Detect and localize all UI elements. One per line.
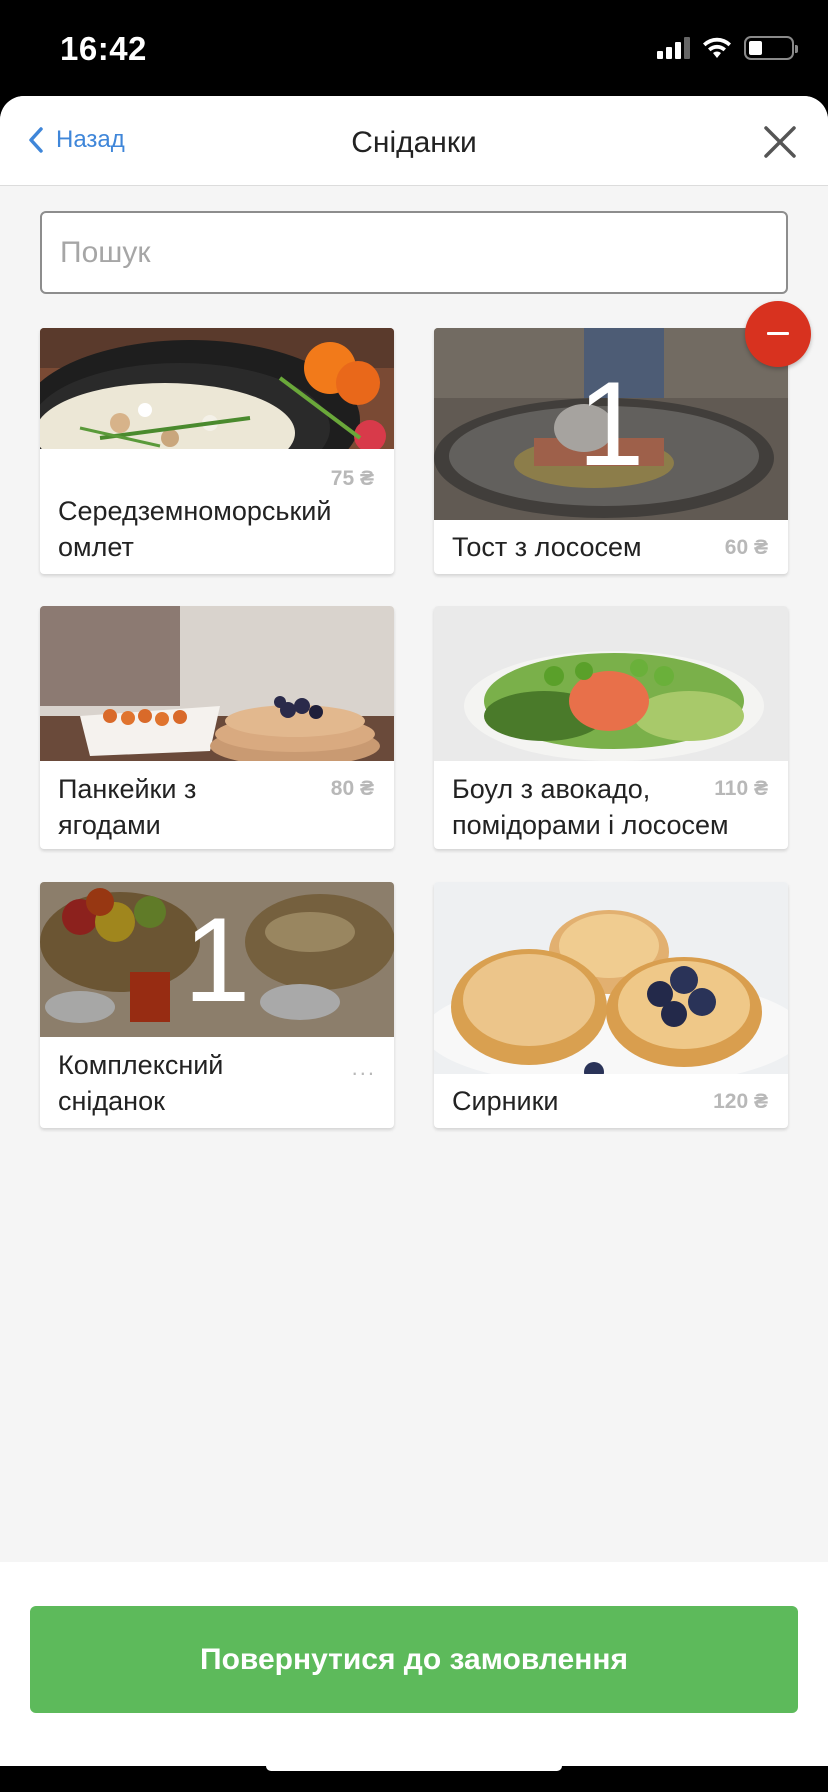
status-bar: 16:42: [0, 0, 828, 96]
menu-item-image: 1: [40, 882, 394, 1037]
item-quantity: 1: [577, 357, 645, 491]
search-field[interactable]: [40, 211, 788, 294]
menu-item-image: [434, 606, 788, 761]
item-price: 110 ₴: [714, 777, 768, 800]
menu-item-card[interactable]: Боул з авокадо, помідорами і лососем 110…: [434, 606, 788, 849]
item-name: Сирники: [452, 1086, 559, 1116]
page-title: Сніданки: [351, 126, 477, 159]
bottom-action-bar: Повернутися до замовлення: [0, 1562, 828, 1766]
menu-item-card[interactable]: 1 Комплексний сніданок ...: [40, 882, 394, 1128]
item-name: Комплексний сніданок: [58, 1050, 224, 1116]
item-quantity: 1: [183, 892, 251, 1027]
remove-item-button[interactable]: [745, 301, 811, 367]
search-input[interactable]: [42, 213, 786, 292]
menu-item-card[interactable]: Панкейки з ягодами 80 ₴: [40, 606, 394, 849]
home-indicator[interactable]: [266, 1761, 562, 1771]
menu-item-image: [434, 882, 788, 1074]
nav-bar: Назад Сніданки: [0, 96, 828, 186]
category-sheet: Назад Сніданки Пошук 75 ₴ Середземноморс…: [0, 96, 828, 1766]
menu-item-card[interactable]: 1 Тост з лососем 60 ₴: [434, 328, 788, 574]
cellular-signal-icon: [657, 37, 690, 59]
close-icon[interactable]: [762, 124, 798, 160]
status-time: 16:42: [60, 30, 147, 67]
menu-item-card[interactable]: Сирники 120 ₴: [434, 882, 788, 1128]
menu-item-image: 1: [434, 328, 788, 520]
battery-icon: [744, 36, 798, 60]
more-options-icon[interactable]: ...: [352, 1055, 376, 1081]
wifi-icon: [703, 37, 731, 58]
item-price: 80 ₴: [330, 777, 374, 800]
minus-icon: [767, 332, 789, 335]
item-name: Панкейки з ягодами: [58, 774, 197, 840]
item-price: 75 ₴: [330, 467, 374, 490]
menu-item-image: [40, 606, 394, 761]
status-icons: [657, 36, 798, 60]
item-name: Середземноморський омлет: [58, 496, 332, 562]
item-name: Тост з лососем: [452, 532, 642, 562]
item-price: 120 ₴: [713, 1090, 768, 1113]
menu-item-card[interactable]: 75 ₴ Середземноморський омлет: [40, 328, 394, 574]
item-price: 60 ₴: [724, 536, 768, 559]
return-to-order-button[interactable]: Повернутися до замовлення: [30, 1606, 798, 1713]
menu-item-image: [40, 328, 394, 449]
